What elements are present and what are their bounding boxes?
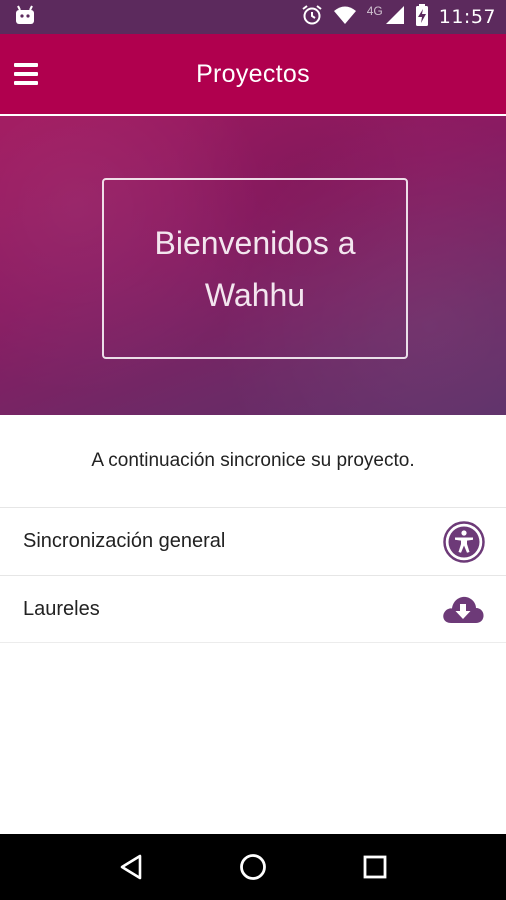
app-bar: Proyectos — [0, 34, 506, 114]
intro-text: A continuación sincronice su proyecto. — [91, 450, 415, 471]
wifi-icon — [333, 5, 357, 30]
sync-general-label: Sincronización general — [23, 530, 226, 552]
status-bar: 4G 11:57 — [0, 0, 506, 34]
battery-charging-icon — [415, 3, 429, 31]
back-icon[interactable] — [101, 842, 161, 892]
cloud-download-icon[interactable] — [441, 592, 485, 626]
recents-icon[interactable] — [345, 842, 405, 892]
home-icon[interactable] — [223, 842, 283, 892]
signal-icon — [385, 5, 405, 30]
laureles-item[interactable]: Laureles — [0, 575, 506, 643]
android-icon — [14, 5, 36, 30]
clock-time: 11:57 — [438, 6, 496, 28]
network-type-label: 4G — [366, 4, 383, 18]
welcome-box: Bienvenidos a Wahhu — [102, 178, 408, 359]
page-title: Proyectos — [196, 59, 310, 88]
welcome-line-1: Bienvenidos a — [154, 224, 356, 261]
alarm-icon — [301, 4, 323, 31]
sync-general-item[interactable]: Sincronización general — [0, 507, 506, 575]
status-right: 4G 11:57 — [301, 3, 496, 31]
hero-banner: Bienvenidos a Wahhu — [0, 116, 506, 415]
welcome-line-2: Wahhu — [204, 276, 306, 313]
accessibility-icon[interactable] — [443, 520, 485, 563]
system-navigation-bar — [0, 834, 506, 900]
hamburger-menu-icon[interactable] — [14, 60, 40, 88]
laureles-label: Laureles — [23, 597, 100, 620]
status-left — [14, 5, 36, 30]
